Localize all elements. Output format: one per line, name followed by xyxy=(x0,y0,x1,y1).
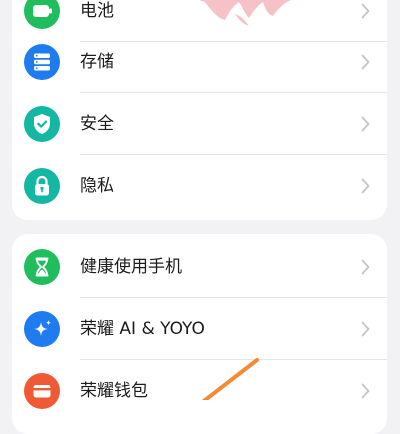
orange-pen-stroke-decoration xyxy=(201,358,259,400)
